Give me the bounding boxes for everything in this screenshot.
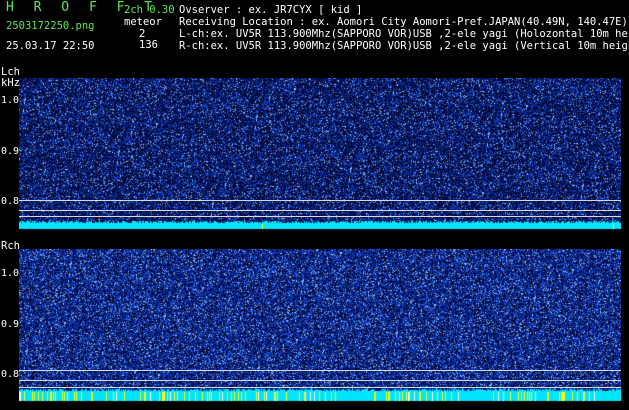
rch-guide-line — [19, 370, 621, 371]
rch-guide-line — [19, 387, 621, 388]
filename-label: 2503172250.png — [6, 20, 95, 32]
lch-guide-line — [19, 216, 621, 217]
version-label: 2ch 0.30 — [124, 4, 175, 16]
lch-guide-line — [19, 210, 621, 211]
lch-guide-line — [19, 200, 621, 201]
observer-line: Ovserver : ex. JR7CYX [ kid ] — [179, 4, 363, 16]
rch-info-line: R-ch:ex. UV5R 113.900Mhz(SAPPORO VOR)USB… — [179, 40, 629, 52]
lch-unit-label: kHz — [1, 77, 20, 89]
rch-guide-line — [19, 380, 621, 381]
lch-y-tick: 0.9 — [1, 146, 20, 157]
rch-y-tick: 1.0 — [1, 268, 20, 279]
datetime-label: 25.03.17 22:50 — [6, 40, 95, 52]
location-line: Receiving Location : ex. Aomori City Aom… — [179, 16, 628, 28]
rch-label: Rch — [1, 240, 20, 252]
rch-y-tick: 0.9 — [1, 319, 20, 330]
meteor-count-rch: 136 — [139, 39, 158, 51]
meteor-label: meteor — [124, 16, 162, 28]
rch-spectrogram — [19, 249, 621, 405]
lch-y-tick: 1.0 — [1, 95, 20, 106]
lch-info-line: L-ch:ex. UV5R 113.900Mhz(SAPPORO VOR)USB… — [179, 28, 629, 40]
rch-y-tick: 0.8 — [1, 369, 20, 380]
lch-spectrogram — [19, 78, 621, 232]
lch-y-tick: 0.8 — [1, 196, 20, 207]
